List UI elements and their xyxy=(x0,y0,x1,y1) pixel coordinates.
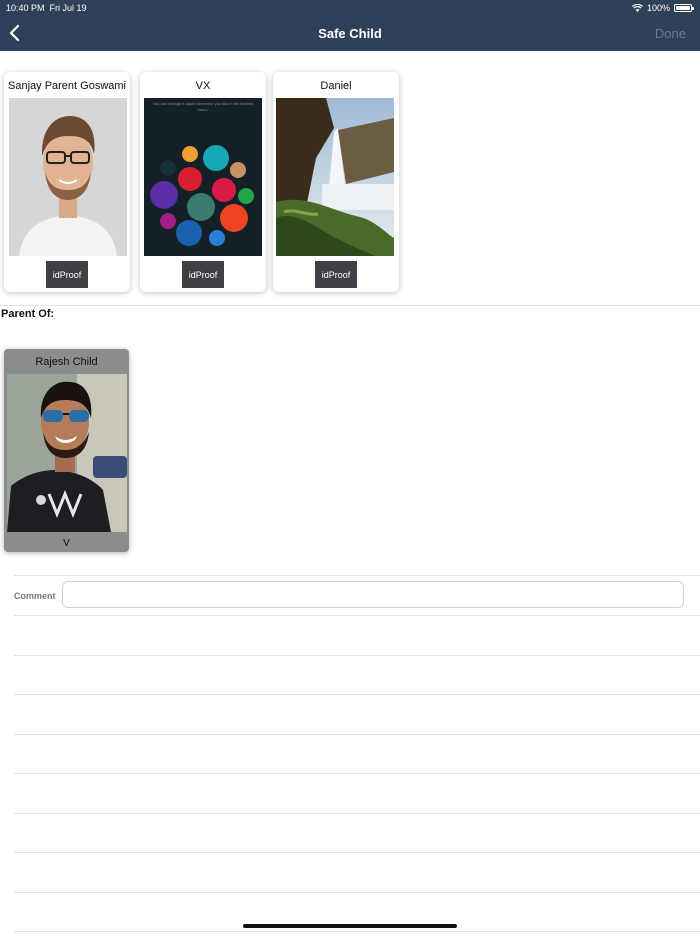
status-time: 10:40 PM Fri Jul 19 xyxy=(6,3,87,13)
divider xyxy=(14,575,700,576)
child-name: Rajesh Child xyxy=(35,356,98,368)
idproof-button[interactable]: idProof xyxy=(315,261,357,288)
divider xyxy=(14,852,700,853)
battery-icon xyxy=(674,4,694,12)
divider xyxy=(14,655,700,656)
parent-of-label: Parent Of: xyxy=(1,308,55,320)
parent-name: Daniel xyxy=(320,80,352,92)
child-photo xyxy=(7,374,127,532)
home-indicator[interactable] xyxy=(243,924,457,928)
parent-card[interactable]: Daniel idProof xyxy=(273,72,399,292)
nav-bar: Safe Child Done xyxy=(0,16,700,51)
parent-photo xyxy=(9,98,127,256)
divider xyxy=(14,694,700,695)
parent-photo: You can change it again whenever you lik… xyxy=(144,98,262,256)
page-title: Safe Child xyxy=(318,26,382,41)
wifi-icon xyxy=(631,4,643,12)
parent-name: VX xyxy=(195,80,211,92)
idproof-button[interactable]: idProof xyxy=(182,261,224,288)
battery-percent: 100% xyxy=(646,3,670,13)
parent-card[interactable]: Sanjay Parent Goswami idProof xyxy=(4,72,130,292)
divider xyxy=(14,773,700,774)
divider xyxy=(14,813,700,814)
divider xyxy=(14,892,700,893)
done-button[interactable]: Done xyxy=(655,26,686,41)
divider xyxy=(0,305,700,306)
divider xyxy=(14,615,700,616)
comment-label: Comment xyxy=(14,591,56,601)
idproof-button[interactable]: idProof xyxy=(46,261,88,288)
parent-photo xyxy=(276,98,394,256)
divider xyxy=(14,931,700,932)
status-bar: 10:40 PM Fri Jul 19 100% xyxy=(0,0,700,16)
status-right: 100% xyxy=(631,3,694,13)
child-card[interactable]: Rajesh Child V xyxy=(4,349,129,552)
divider xyxy=(14,734,700,735)
comment-input[interactable] xyxy=(62,581,684,608)
parent-name: Sanjay Parent Goswami xyxy=(8,80,126,92)
parent-card[interactable]: VX You can change it again whenever you … xyxy=(140,72,266,292)
child-subtitle: V xyxy=(63,538,70,549)
